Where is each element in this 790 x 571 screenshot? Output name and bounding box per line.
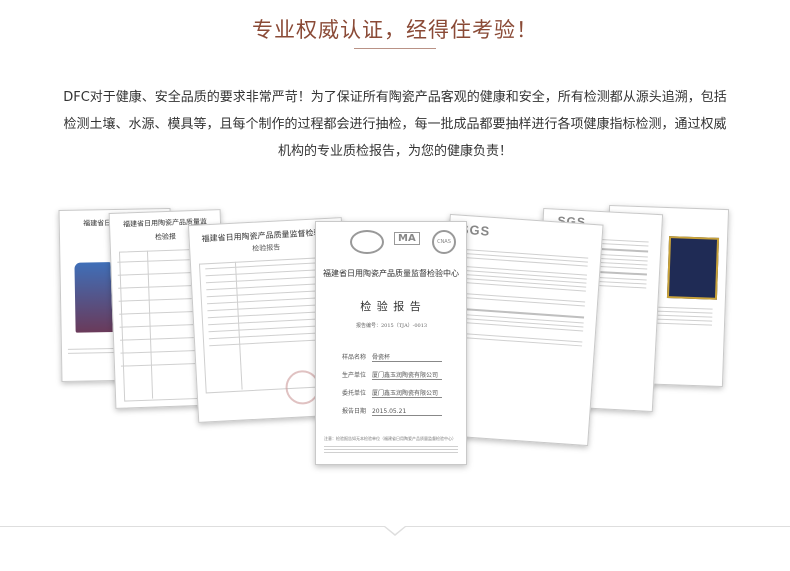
page-title: 专业权威认证，经得住考验！ [252,18,538,42]
main-field-value: 2015.05.21 [371,408,442,416]
main-field-3: 报告日期 2015.05.21 [342,406,442,416]
main-title: 检 验 报 告 [360,300,422,313]
main-logos: MA CNAS [350,230,460,254]
chevron-down-icon-inner [385,526,405,534]
main-number: 报告编号：2015（TJA）-0013 [356,323,428,329]
main-header: 福建省日用陶瓷产品质量监督检验中心 [323,269,459,278]
main-field-label: 委托单位 [342,390,367,397]
ma-logo: MA [394,232,420,245]
main-field-value: 骨瓷杯 [371,352,442,362]
main-field-value: 厦门鑫玉润陶瓷有限公司 [371,388,442,398]
certificate-gallery: 福建省日用陶瓷产品 福建省日用陶瓷产品质量监 检验报 福建省日用陶瓷产品质量监督… [0,195,790,485]
main-field-label: 报告日期 [342,408,367,415]
main-footer-notice: 注意：检验报告如无本检验单位（福建省日用陶瓷产品质量监督检验中心） [324,436,456,441]
main-field-2: 委托单位 厦门鑫玉润陶瓷有限公司 [342,388,442,398]
certificate-main: MA CNAS 福建省日用陶瓷产品质量监督检验中心 检 验 报 告 报告编号：2… [315,221,467,465]
main-field-1: 生产单位 厦门鑫玉润陶瓷有限公司 [342,370,442,380]
cnas-logo: CNAS [432,230,456,254]
doc-1-photo [74,262,116,333]
title-divider [354,48,436,49]
main-field-label: 生产单位 [342,372,367,379]
cma-logo [350,230,384,254]
doc-6-image [666,236,720,300]
main-field-0: 样品名称 骨瓷杯 [342,352,442,362]
main-field-value: 厦门鑫玉润陶瓷有限公司 [371,370,442,380]
main-field-label: 样品名称 [342,354,367,361]
intro-paragraph: DFC对于健康、安全品质的要求非常严苛！为了保证所有陶瓷产品客观的健康和安全，所… [63,90,727,159]
